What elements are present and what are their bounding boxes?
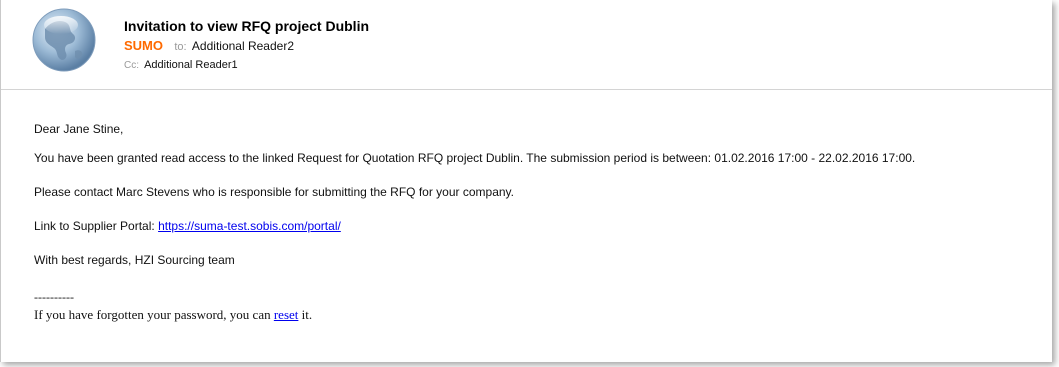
- portal-label: Link to Supplier Portal:: [34, 219, 159, 233]
- email-window: Invitation to view RFQ project Dublin SU…: [0, 0, 1052, 362]
- cc-label: Cc:: [124, 60, 139, 71]
- cc-recipient[interactable]: Additional Reader1: [144, 59, 238, 71]
- footer-suffix: it.: [298, 307, 313, 322]
- email-header: Invitation to view RFQ project Dublin SU…: [1, 0, 1052, 90]
- portal-link[interactable]: https://suma-test.sobis.com/portal/: [158, 219, 341, 233]
- password-footer: If you have forgotten your password, you…: [34, 307, 312, 323]
- access-paragraph: You have been granted read access to the…: [34, 151, 916, 165]
- closing: With best regards, HZI Sourcing team: [34, 253, 235, 267]
- from-line: SUMO to: Additional Reader2: [124, 38, 294, 53]
- globe-icon: [31, 7, 97, 73]
- to-label: to:: [174, 41, 187, 53]
- email-subject: Invitation to view RFQ project Dublin: [124, 18, 370, 34]
- reset-link[interactable]: reset: [274, 307, 299, 322]
- separator: ----------: [34, 290, 74, 304]
- footer-prefix: If you have forgotten your password, you…: [34, 307, 274, 322]
- greeting: Dear Jane Stine,: [34, 122, 124, 136]
- cc-line: Cc: Additional Reader1: [124, 59, 238, 71]
- to-recipient[interactable]: Additional Reader2: [192, 39, 294, 53]
- contact-paragraph: Please contact Marc Stevens who is respo…: [34, 185, 514, 199]
- portal-paragraph: Link to Supplier Portal: https://suma-te…: [34, 219, 341, 233]
- sender-name[interactable]: SUMO: [124, 38, 163, 53]
